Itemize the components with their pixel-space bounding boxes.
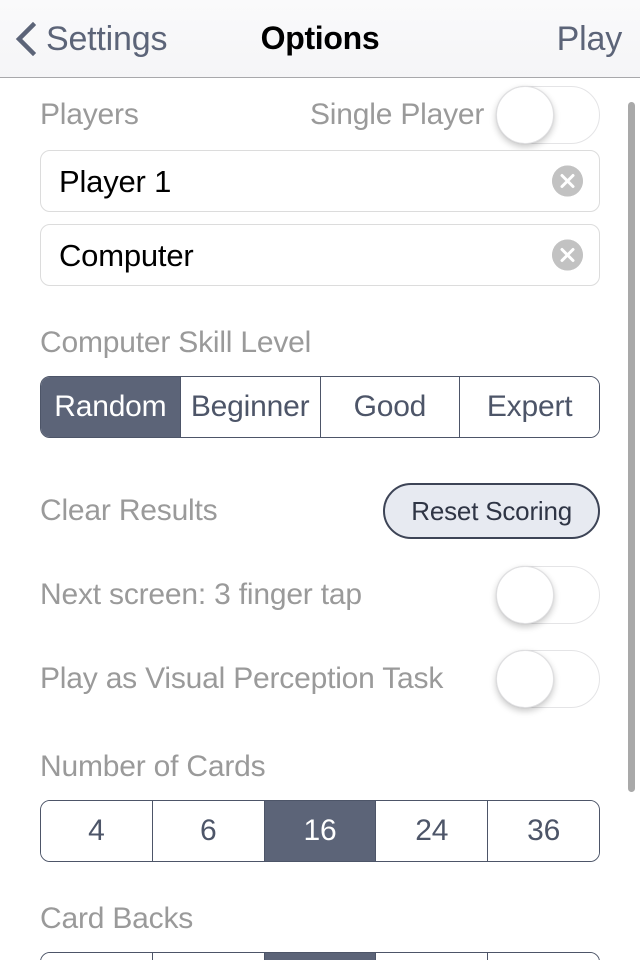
number-of-cards-label: Number of Cards — [40, 750, 266, 783]
player-2-value: Computer — [59, 237, 194, 273]
toggle-knob — [496, 566, 554, 624]
skill-segment-random[interactable]: Random — [41, 377, 180, 437]
cards-segment-24[interactable]: 24 — [375, 801, 488, 861]
computer-skill-level-segmented-control[interactable]: Random Beginner Good Expert — [40, 376, 600, 438]
cards-segment-6[interactable]: 6 — [151, 801, 264, 861]
chevron-left-icon — [15, 21, 36, 56]
toggle-knob — [496, 650, 554, 708]
visual-perception-row: Play as Visual Perception Task — [40, 648, 600, 710]
skill-segment-beginner[interactable]: Beginner — [179, 377, 320, 437]
card-back-segment-purple[interactable]: Purple — [263, 953, 376, 960]
navigation-bar: Settings Options Play — [0, 0, 640, 78]
back-button-label: Settings — [46, 19, 168, 58]
play-button[interactable]: Play — [557, 22, 623, 56]
card-back-segment-red[interactable]: Red — [375, 953, 488, 960]
back-button[interactable]: Settings — [14, 19, 168, 58]
cards-segment-4[interactable]: 4 — [41, 801, 152, 861]
scrollbar[interactable] — [628, 102, 635, 792]
next-screen-toggle[interactable] — [496, 566, 600, 624]
next-screen-row: Next screen: 3 finger tap — [40, 564, 600, 626]
player-1-field[interactable]: Player 1 — [40, 150, 600, 212]
players-label: Players — [40, 98, 139, 131]
number-of-cards-segmented-control[interactable]: 4 6 16 24 36 — [40, 800, 600, 862]
card-backs-segmented-control[interactable]: Blue Green Purple Red Fun — [40, 952, 600, 960]
computer-skill-level-label: Computer Skill Level — [40, 326, 312, 359]
player-1-value: Player 1 — [59, 163, 172, 199]
players-header-row: Players Single Player — [40, 78, 600, 144]
single-player-label: Single Player — [310, 98, 485, 131]
clear-icon-player-1[interactable] — [552, 165, 583, 197]
cards-segment-36[interactable]: 36 — [487, 801, 599, 861]
toggle-knob — [496, 86, 554, 144]
player-2-field[interactable]: Computer — [40, 224, 600, 286]
clear-results-label: Clear Results — [40, 494, 218, 527]
visual-perception-label: Play as Visual Perception Task — [40, 662, 444, 695]
scrollbar-thumb[interactable] — [628, 102, 635, 792]
cards-segment-16[interactable]: 16 — [263, 801, 376, 861]
skill-segment-good[interactable]: Good — [319, 377, 460, 437]
options-scroll-area[interactable]: Players Single Player Player 1 Computer … — [0, 78, 640, 960]
card-back-segment-fun[interactable]: Fun — [487, 953, 599, 960]
next-screen-label: Next screen: 3 finger tap — [40, 578, 362, 611]
card-back-segment-blue[interactable]: Blue — [41, 953, 152, 960]
visual-perception-toggle[interactable] — [496, 650, 600, 708]
card-backs-label: Card Backs — [40, 902, 194, 935]
card-back-segment-green[interactable]: Green — [151, 953, 264, 960]
clear-results-row: Clear Results Reset Scoring — [40, 480, 600, 542]
skill-segment-expert[interactable]: Expert — [459, 377, 599, 437]
clear-icon-player-2[interactable] — [552, 239, 583, 271]
reset-scoring-button[interactable]: Reset Scoring — [383, 483, 600, 539]
single-player-toggle[interactable] — [496, 86, 600, 144]
